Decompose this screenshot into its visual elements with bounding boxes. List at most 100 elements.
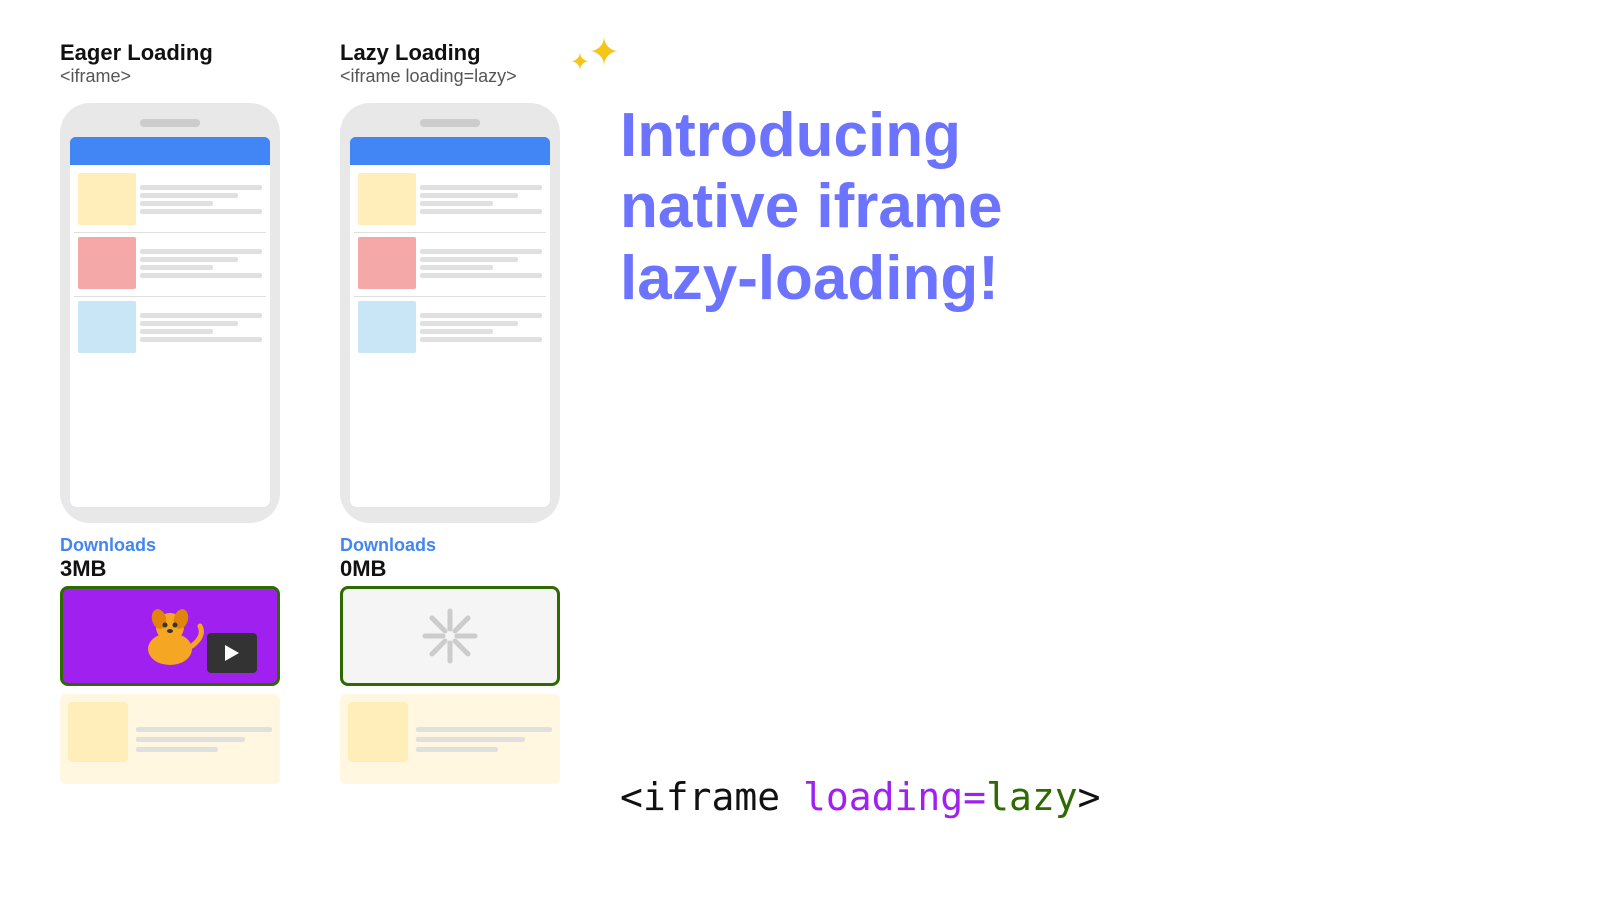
lazy-subtitle: <iframe loading=lazy>	[340, 66, 560, 87]
intro-text: Introducing native iframe lazy-loading!	[620, 100, 1520, 314]
lazy-lines-1	[420, 173, 542, 225]
lazy-block-1	[354, 169, 546, 229]
lazy-downloads-label: Downloads	[340, 535, 436, 556]
right-section: Introducing native iframe lazy-loading! …	[600, 40, 1540, 879]
line	[416, 747, 498, 752]
line	[140, 337, 262, 342]
eager-img-3	[78, 301, 136, 353]
lazy-content	[350, 165, 550, 507]
line	[140, 329, 213, 334]
line	[140, 249, 262, 254]
line	[140, 313, 262, 318]
code-text-bottom: <iframe loading=lazy>	[620, 775, 1520, 819]
lazy-screen	[350, 137, 550, 507]
lazy-img-1	[358, 173, 416, 225]
lazy-title: Lazy Loading	[340, 40, 560, 66]
line	[140, 201, 213, 206]
intro-text-block: Introducing native iframe lazy-loading!	[620, 40, 1520, 314]
line	[140, 185, 262, 190]
line	[416, 727, 552, 732]
code-snippet-block: <iframe loading=lazy>	[620, 745, 1520, 879]
code-iframe-text: <iframe	[620, 775, 780, 819]
lazy-topbar	[350, 137, 550, 165]
line	[420, 313, 542, 318]
main-container: Eager Loading <iframe>	[0, 0, 1600, 919]
line	[140, 265, 213, 270]
line	[420, 193, 518, 198]
left-section: Eager Loading <iframe>	[60, 40, 560, 879]
line	[420, 337, 542, 342]
sparkle-icon: ✦	[588, 30, 620, 75]
line	[136, 737, 245, 742]
eager-subtitle: <iframe>	[60, 66, 280, 87]
line	[416, 737, 525, 742]
eager-bottom-lines	[136, 702, 272, 776]
intro-line2: native iframe	[620, 172, 1003, 241]
line	[136, 747, 218, 752]
line	[420, 209, 542, 214]
eager-screen	[70, 137, 270, 507]
eager-lines-1	[140, 173, 262, 225]
line	[140, 257, 238, 262]
phone-notch-eager	[140, 119, 200, 127]
eager-lines-2	[140, 237, 262, 289]
line	[420, 257, 518, 262]
code-loading-text: loading=	[780, 775, 986, 819]
line	[140, 193, 238, 198]
loading-spinner-icon	[415, 601, 485, 671]
lazy-img-3	[358, 301, 416, 353]
eager-block-2	[74, 232, 266, 293]
eager-iframe-preview	[60, 586, 280, 686]
code-lazy-text: lazy	[986, 775, 1078, 819]
line	[420, 321, 518, 326]
line	[420, 185, 542, 190]
lazy-img-2	[358, 237, 416, 289]
lazy-bottom-card	[340, 694, 560, 784]
line	[420, 201, 493, 206]
eager-downloads-amount: 3MB	[60, 556, 106, 582]
lazy-block-2	[354, 232, 546, 293]
line	[140, 321, 238, 326]
line	[140, 273, 262, 278]
eager-downloads-label: Downloads	[60, 535, 156, 556]
line	[420, 273, 542, 278]
line	[420, 265, 493, 270]
play-icon	[207, 633, 257, 673]
eager-phone	[60, 103, 280, 523]
eager-header: Eager Loading <iframe>	[60, 40, 280, 87]
eager-img-2	[78, 237, 136, 289]
code-suffix-text: >	[1078, 775, 1101, 819]
eager-content	[70, 165, 270, 507]
eager-column: Eager Loading <iframe>	[60, 40, 280, 879]
eager-img-1	[78, 173, 136, 225]
eager-title: Eager Loading	[60, 40, 280, 66]
eager-block-3	[74, 296, 266, 357]
line	[420, 249, 542, 254]
line	[140, 209, 262, 214]
eager-lines-3	[140, 301, 262, 353]
lazy-below-phone: Downloads 0MB	[340, 535, 560, 784]
dog-icon	[135, 601, 205, 671]
lazy-lines-2	[420, 237, 542, 289]
lazy-column: Lazy Loading <iframe loading=lazy> ✦ ✦	[340, 40, 560, 879]
play-triangle	[225, 645, 239, 661]
sparkle-small-icon: ✦	[570, 48, 590, 77]
lazy-downloads-amount: 0MB	[340, 556, 386, 582]
eager-bottom-img	[68, 702, 128, 762]
eager-bottom-card	[60, 694, 280, 784]
lazy-iframe-preview	[340, 586, 560, 686]
lazy-block-3	[354, 296, 546, 357]
eager-topbar	[70, 137, 270, 165]
phone-notch-lazy	[420, 119, 480, 127]
intro-line1: Introducing	[620, 101, 961, 170]
lazy-bottom-lines	[416, 702, 552, 776]
lazy-lines-3	[420, 301, 542, 353]
line	[136, 727, 272, 732]
lazy-bottom-img	[348, 702, 408, 762]
lazy-phone	[340, 103, 560, 523]
eager-below-phone: Downloads 3MB	[60, 535, 280, 784]
intro-line3: lazy-loading!	[620, 244, 999, 313]
lazy-header: Lazy Loading <iframe loading=lazy> ✦ ✦	[340, 40, 560, 87]
line	[420, 329, 493, 334]
eager-block-1	[74, 169, 266, 229]
